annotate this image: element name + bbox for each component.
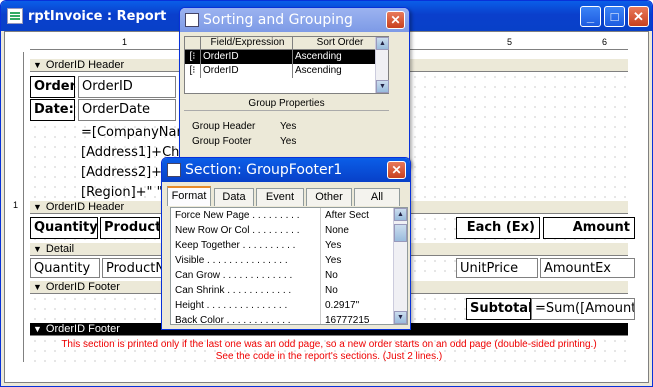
section-properties-dialog: Section: GroupFooter1 ✕ Format Data Even… bbox=[161, 157, 411, 330]
unit-price-field[interactable]: UnitPrice bbox=[456, 258, 538, 278]
sort-order-header: Sort Order bbox=[316, 37, 364, 48]
band-label: OrderID Footer bbox=[45, 323, 120, 335]
band-label: OrderID Footer bbox=[45, 281, 120, 293]
band-label: OrderID Header bbox=[45, 59, 125, 71]
tab-event[interactable]: Event bbox=[256, 188, 304, 206]
sort-field-cell[interactable]: OrderID bbox=[201, 50, 293, 64]
ruler-mark: 6 bbox=[602, 37, 608, 47]
section-dialog-close-button[interactable]: ✕ bbox=[387, 161, 406, 179]
order-label[interactable]: Order: bbox=[30, 76, 75, 98]
scroll-up-icon[interactable]: ▲ bbox=[394, 208, 407, 221]
group-icon: [⁝ bbox=[185, 64, 201, 78]
property-name: New Row Or Col . . . . . . . . . bbox=[171, 223, 321, 238]
scroll-down-icon[interactable]: ▼ bbox=[376, 80, 389, 93]
tab-data[interactable]: Data bbox=[214, 188, 254, 206]
close-button[interactable]: ✕ bbox=[628, 6, 649, 27]
properties-icon bbox=[167, 163, 181, 177]
product-name-field[interactable]: ProductN bbox=[102, 258, 168, 278]
vruler-mark: 1 bbox=[13, 200, 19, 210]
company-name-field[interactable]: =[CompanyNam bbox=[78, 123, 183, 143]
group-header-value[interactable]: Yes bbox=[280, 121, 296, 132]
each-ex-label[interactable]: Each (Ex) bbox=[456, 217, 540, 239]
sort-row[interactable]: [⁝ OrderID Ascending bbox=[185, 64, 388, 78]
amount-ex-field[interactable]: AmountEx bbox=[540, 258, 635, 278]
property-value[interactable]: 16777215 bbox=[321, 313, 370, 324]
scroll-down-icon[interactable]: ▼ bbox=[394, 311, 407, 324]
property-value[interactable]: No bbox=[321, 283, 338, 298]
group-icon: [⁝ bbox=[185, 50, 201, 64]
amount-label[interactable]: Amount bbox=[543, 217, 635, 239]
scroll-thumb[interactable] bbox=[394, 224, 407, 242]
quantity-label[interactable]: Quantity bbox=[30, 217, 98, 239]
property-row[interactable]: Force New Page . . . . . . . . . After Se… bbox=[171, 208, 407, 223]
sorting-dialog-title: Sorting and Grouping bbox=[203, 12, 353, 28]
band-label: OrderID Header bbox=[45, 201, 125, 213]
property-row[interactable]: Back Color . . . . . . . . . . . . 167772… bbox=[171, 313, 407, 324]
sort-table-header: Field/Expression Sort Order bbox=[185, 37, 388, 50]
property-list: Force New Page . . . . . . . . . After Se… bbox=[170, 207, 408, 325]
property-row[interactable]: Can Grow . . . . . . . . . . . . . No bbox=[171, 268, 407, 283]
property-name: Force New Page . . . . . . . . . bbox=[171, 208, 321, 223]
tab-all[interactable]: All bbox=[354, 188, 400, 206]
property-value[interactable]: Yes bbox=[321, 253, 341, 268]
property-list-scrollbar[interactable]: ▲ ▼ bbox=[393, 208, 407, 324]
property-row[interactable]: Height . . . . . . . . . . . . . . . 0.29… bbox=[171, 298, 407, 313]
property-name: Can Grow . . . . . . . . . . . . . bbox=[171, 268, 321, 283]
property-value[interactable]: After Sect bbox=[321, 208, 369, 223]
window-title: rptInvoice : Report bbox=[28, 8, 167, 24]
ruler-mark: 5 bbox=[507, 37, 513, 47]
order-id-field[interactable]: OrderID bbox=[78, 76, 176, 98]
section-dialog-title: Section: GroupFooter1 bbox=[185, 162, 343, 178]
quantity-field[interactable]: Quantity bbox=[30, 258, 100, 278]
sort-field-cell[interactable]: OrderID bbox=[201, 64, 293, 78]
property-name: Back Color . . . . . . . . . . . . bbox=[171, 313, 321, 324]
note-line-1[interactable]: This section is printed only if the last… bbox=[30, 339, 628, 351]
property-name: Visible . . . . . . . . . . . . . . . bbox=[171, 253, 321, 268]
subtotal-label[interactable]: Subtotal: bbox=[466, 298, 531, 320]
sort-order-cell[interactable]: Ascending bbox=[293, 50, 385, 64]
sorting-grouping-icon bbox=[185, 13, 199, 27]
sorting-dialog-title-bar[interactable]: Sorting and Grouping ✕ bbox=[180, 8, 409, 32]
ruler-mark: 1 bbox=[122, 37, 128, 47]
scroll-up-icon[interactable]: ▲ bbox=[376, 37, 389, 50]
group-properties-title: Group Properties bbox=[184, 97, 389, 111]
property-value[interactable]: 0.2917" bbox=[321, 298, 359, 313]
order-date-field[interactable]: OrderDate bbox=[78, 99, 176, 121]
property-row[interactable]: Keep Together . . . . . . . . . . Yes bbox=[171, 238, 407, 253]
sort-order-cell[interactable]: Ascending bbox=[293, 64, 385, 78]
property-name: Height . . . . . . . . . . . . . . . bbox=[171, 298, 321, 313]
vertical-ruler: 1 bbox=[10, 52, 24, 362]
minimize-button[interactable]: _ bbox=[580, 6, 601, 27]
note-line-2[interactable]: See the code in the report's sections. (… bbox=[30, 351, 628, 363]
group-footer-value[interactable]: Yes bbox=[280, 136, 296, 147]
subtotal-field[interactable]: =Sum([AmountE bbox=[531, 298, 635, 320]
property-name: Can Shrink . . . . . . . . . . . . bbox=[171, 283, 321, 298]
property-name: Keep Together . . . . . . . . . . bbox=[171, 238, 321, 253]
date-label[interactable]: Date: bbox=[30, 99, 75, 121]
property-value[interactable]: Yes bbox=[321, 238, 341, 253]
product-label[interactable]: Product bbox=[100, 217, 160, 239]
property-row[interactable]: New Row Or Col . . . . . . . . . None bbox=[171, 223, 407, 238]
property-row[interactable]: Visible . . . . . . . . . . . . . . . Yes bbox=[171, 253, 407, 268]
tab-other[interactable]: Other bbox=[306, 188, 352, 206]
sort-table-scrollbar[interactable]: ▲ ▼ bbox=[375, 37, 389, 93]
sort-row[interactable]: [⁝ OrderID Ascending bbox=[185, 50, 388, 64]
group-header-label: Group Header bbox=[192, 121, 256, 132]
property-value[interactable]: No bbox=[321, 268, 338, 283]
group-footer-label: Group Footer bbox=[192, 136, 252, 147]
field-expression-header: Field/Expression bbox=[201, 37, 293, 49]
section-dialog-title-bar[interactable]: Section: GroupFooter1 ✕ bbox=[162, 158, 410, 182]
tab-format[interactable]: Format bbox=[167, 186, 211, 206]
report-icon bbox=[7, 8, 23, 24]
maximize-button[interactable]: □ bbox=[604, 6, 625, 27]
sorting-grouping-dialog: Sorting and Grouping ✕ Field/Expression … bbox=[179, 7, 410, 167]
sort-fields-table: Field/Expression Sort Order [⁝ OrderID A… bbox=[184, 36, 389, 94]
sorting-dialog-close-button[interactable]: ✕ bbox=[386, 11, 405, 29]
property-value[interactable]: None bbox=[321, 223, 349, 238]
property-row[interactable]: Can Shrink . . . . . . . . . . . . No bbox=[171, 283, 407, 298]
band-label: Detail bbox=[45, 243, 75, 255]
